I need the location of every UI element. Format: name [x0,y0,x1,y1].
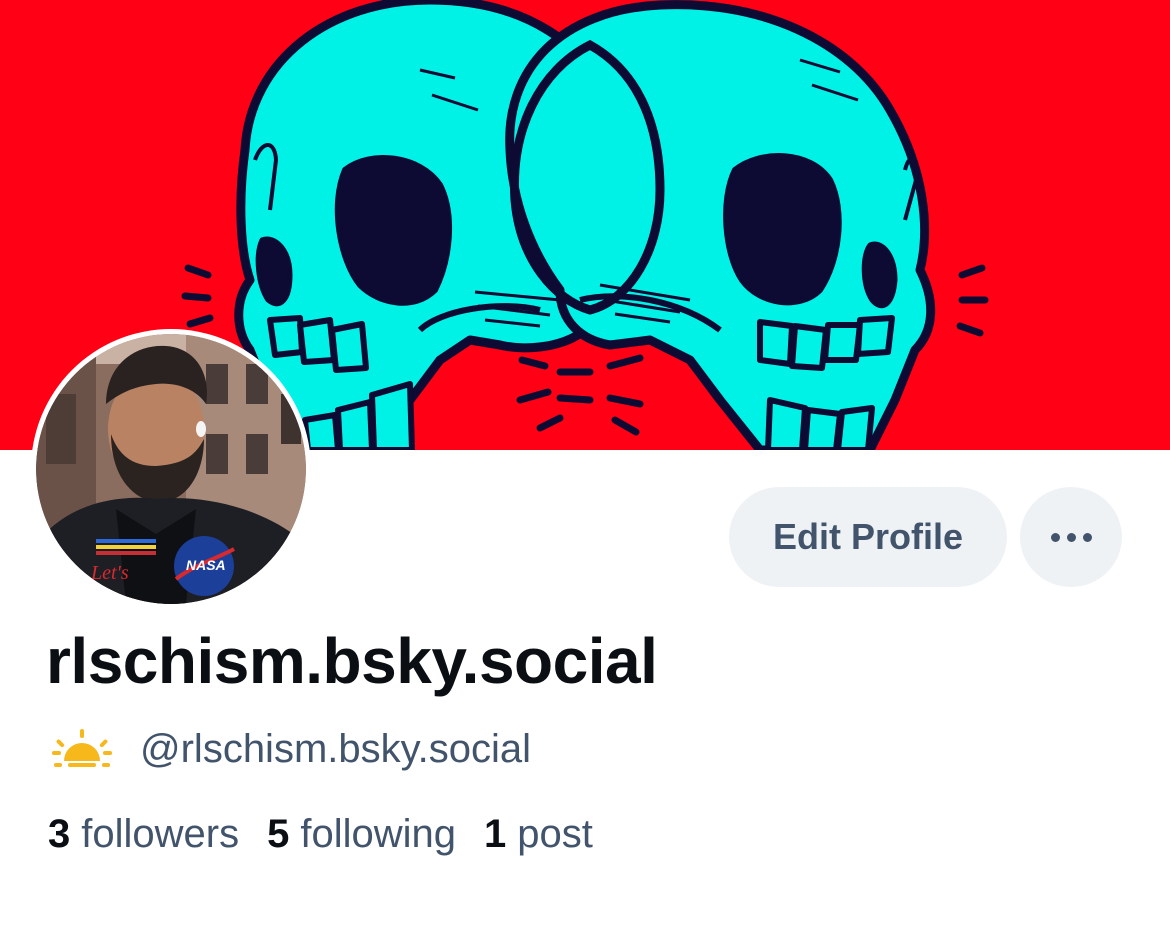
handle[interactable]: @rlschism.bsky.social [140,727,531,772]
followers-count: 3 [48,812,71,856]
followers-stat[interactable]: 3 followers [48,812,239,857]
svg-text:Let's: Let's [90,562,129,584]
nasa-patch-text: NASA [186,557,226,573]
following-count: 5 [267,812,290,856]
followers-label: followers [81,812,240,856]
following-stat[interactable]: 5 following [267,812,456,857]
profile-page: NASA Let's Edit Profile rlschism.bsky.so… [0,0,1170,934]
edit-profile-button[interactable]: Edit Profile [729,487,1007,587]
avatar-photo: NASA Let's [36,334,306,604]
posts-count: 1 [484,812,507,856]
display-name: rlschism.bsky.social [46,625,658,697]
profile-stats: 3 followers 5 following 1 post [48,812,621,864]
more-horizontal-icon [1050,532,1092,542]
posts-label: post [517,812,593,856]
sunrise-emoji-icon [52,729,112,767]
avatar[interactable]: NASA Let's [31,329,311,609]
posts-stat: 1 post [484,812,593,857]
more-options-button[interactable] [1020,487,1122,587]
handle-row: @rlschism.bsky.social [50,724,531,774]
following-label: following [300,812,456,856]
